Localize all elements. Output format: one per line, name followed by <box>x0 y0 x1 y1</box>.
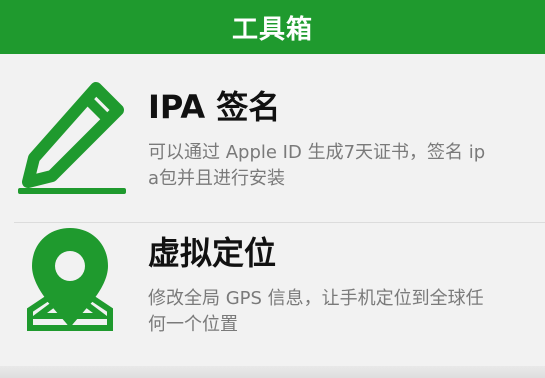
pencil-icon <box>18 82 126 194</box>
page-title: 工具箱 <box>231 14 313 45</box>
ipa-sign-description: 可以通过 Apple ID 生成7天证书，签名 ip a包并且进行安装 <box>148 142 486 189</box>
virtual-location-title: 虚拟定位 <box>148 234 277 272</box>
list-item-virtual-location[interactable]: 虚拟定位 修改全局 GPS 信息，让手机定位到全球任 何一个位置 <box>0 214 545 368</box>
list-item-ipa-sign[interactable]: IPA 签名 可以通过 Apple ID 生成7天证书，签名 ip a包并且进行… <box>0 68 545 223</box>
tool-list: IPA 签名 可以通过 Apple ID 生成7天证书，签名 ip a包并且进行… <box>0 54 545 378</box>
virtual-location-description: 修改全局 GPS 信息，让手机定位到全球任 何一个位置 <box>148 288 484 335</box>
location-pin-icon <box>27 228 113 331</box>
bottom-shadow <box>0 366 545 378</box>
ipa-sign-title: IPA 签名 <box>148 88 281 126</box>
app-header: 工具箱 <box>0 0 545 54</box>
